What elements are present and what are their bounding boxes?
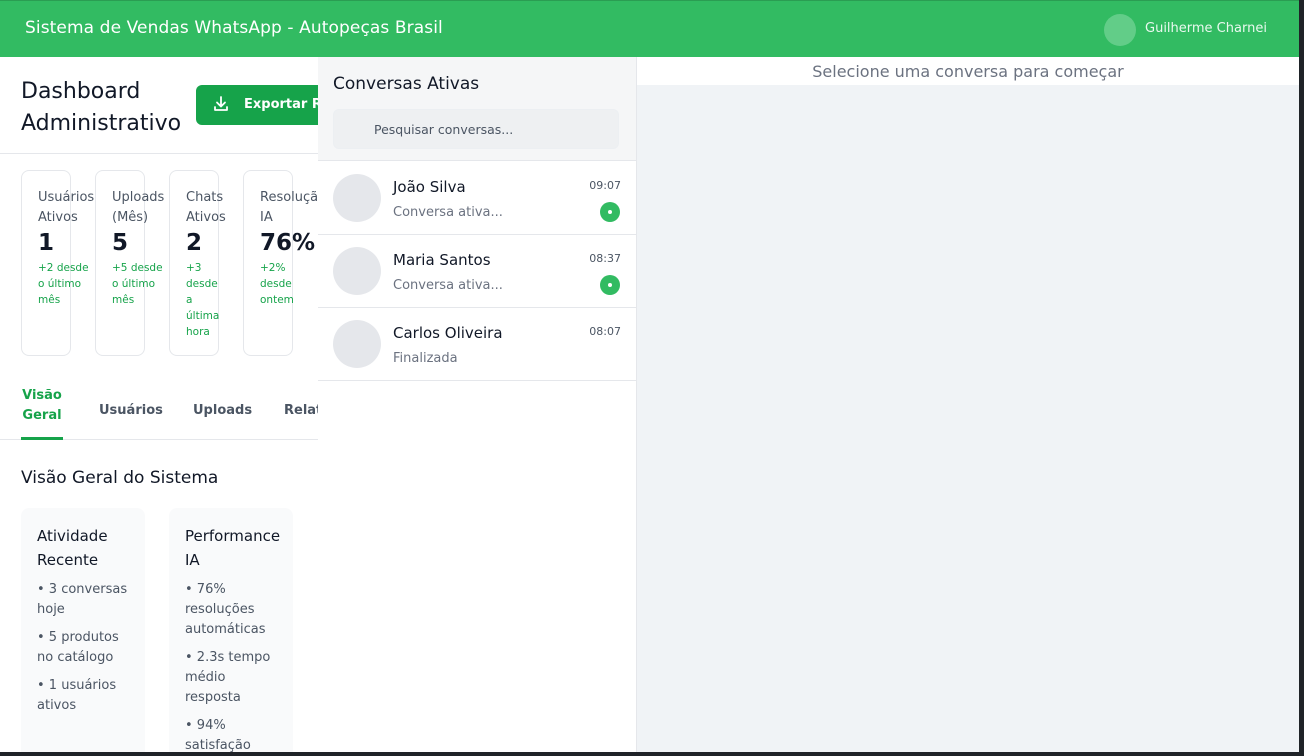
dashboard-title: Dashboard Administrativo <box>21 79 182 136</box>
tab-overview[interactable]: Visão Geral <box>21 386 63 426</box>
card-list: • 3 conversas hoje • 5 produtos no catál… <box>37 580 137 724</box>
timestamp: 09:07 <box>589 179 621 192</box>
card-list: • 76% resoluções automáticas • 2.3s temp… <box>185 580 285 752</box>
avatar <box>333 320 381 368</box>
stat-change: +2% desde ontem <box>260 262 294 306</box>
stat-change: +5 desde o último mês <box>112 262 163 306</box>
conversations-title: Conversas Ativas <box>333 74 480 94</box>
app-window: Sistema de Vendas WhatsApp - Autopeças B… <box>0 0 1299 752</box>
user-avatar[interactable] <box>1104 14 1136 46</box>
chat-panel: Selecione uma conversa para começar <box>637 57 1299 752</box>
tab-reports[interactable]: Relat <box>284 403 318 418</box>
stat-label: Resolução IA <box>260 190 318 225</box>
admin-dashboard-panel: Dashboard Administrativo Exportar Re Usu… <box>0 57 318 752</box>
list-item: • 5 produtos no catálogo <box>37 630 119 665</box>
search-input[interactable] <box>333 109 619 149</box>
list-item: • 2.3s tempo médio resposta <box>185 650 271 705</box>
empty-chat-hint: Selecione uma conversa para começar <box>812 62 1124 81</box>
stat-card-uploads: Uploads (Mês) 5 +5 desde o último mês <box>95 170 164 356</box>
list-item: • 1 usuários ativos <box>37 678 117 713</box>
active-tab-indicator <box>21 437 63 440</box>
conversation-item[interactable]: Maria Santos Conversa ativa... 08:37 <box>318 235 636 308</box>
conversations-panel: Conversas Ativas João Silva Conversa ati… <box>318 57 637 752</box>
conversation-item[interactable]: João Silva Conversa ativa... 09:07 <box>318 162 636 235</box>
contact-name: Maria Santos <box>393 251 491 269</box>
list-item: • 3 conversas hoje <box>37 582 128 617</box>
user-name[interactable]: Guilherme Charnei <box>1145 21 1267 36</box>
stat-change: +3 desde a última hora <box>186 262 220 338</box>
stat-value: 5 <box>112 230 129 256</box>
export-report-label: Exportar Re <box>244 97 318 112</box>
export-report-button[interactable]: Exportar Re <box>196 85 318 125</box>
stat-card-active-chats: Chats Ativos 2 +3 desde a última hora <box>169 170 226 356</box>
tab-users[interactable]: Usuários <box>99 403 163 418</box>
message-preview: Conversa ativa... <box>393 205 503 220</box>
window-frame <box>1299 0 1304 756</box>
recent-activity-card: Atividade Recente • 3 conversas hoje • 5… <box>21 508 145 752</box>
avatar <box>333 247 381 295</box>
stat-card-active-users: Usuários Ativos 1 +2 desde o último mês <box>21 170 94 356</box>
stat-value: 76% <box>260 230 316 256</box>
stat-label: Chats Ativos <box>186 190 226 225</box>
card-title: Performance IA <box>185 527 281 569</box>
contact-name: Carlos Oliveira <box>393 324 503 342</box>
online-status-icon <box>600 202 620 222</box>
window-frame <box>0 752 1304 756</box>
list-item: • 76% resoluções automáticas <box>185 582 266 637</box>
tab-uploads[interactable]: Uploads <box>193 403 252 418</box>
message-preview: Conversa ativa... <box>393 278 503 293</box>
online-status-icon <box>600 275 620 295</box>
card-title: Atividade Recente <box>37 527 108 569</box>
message-preview: Finalizada <box>393 351 458 366</box>
stat-value: 2 <box>186 230 203 256</box>
timestamp: 08:07 <box>589 325 621 338</box>
list-item: • 94% satisfação <box>185 718 251 752</box>
avatar <box>333 174 381 222</box>
conversation-item[interactable]: Carlos Oliveira Finalizada 08:07 <box>318 308 636 381</box>
section-title: Visão Geral do Sistema <box>21 468 219 488</box>
dashboard-tabs: Visão Geral Usuários Uploads Relat <box>0 373 318 440</box>
ai-performance-card: Performance IA • 76% resoluções automáti… <box>169 508 293 752</box>
download-icon <box>214 96 228 111</box>
divider <box>0 153 318 154</box>
stat-value: 1 <box>38 230 55 256</box>
contact-name: João Silva <box>393 178 466 196</box>
stat-card-ai-resolution: Resolução IA 76% +2% desde ontem <box>243 170 318 356</box>
conversations-header: Conversas Ativas <box>318 57 636 161</box>
stat-label: Usuários Ativos <box>38 190 95 225</box>
app-title: Sistema de Vendas WhatsApp - Autopeças B… <box>25 18 443 38</box>
timestamp: 08:37 <box>589 252 621 265</box>
stat-label: Uploads (Mês) <box>112 190 165 225</box>
top-bar: Sistema de Vendas WhatsApp - Autopeças B… <box>0 0 1299 57</box>
stat-change: +2 desde o último mês <box>38 262 89 306</box>
